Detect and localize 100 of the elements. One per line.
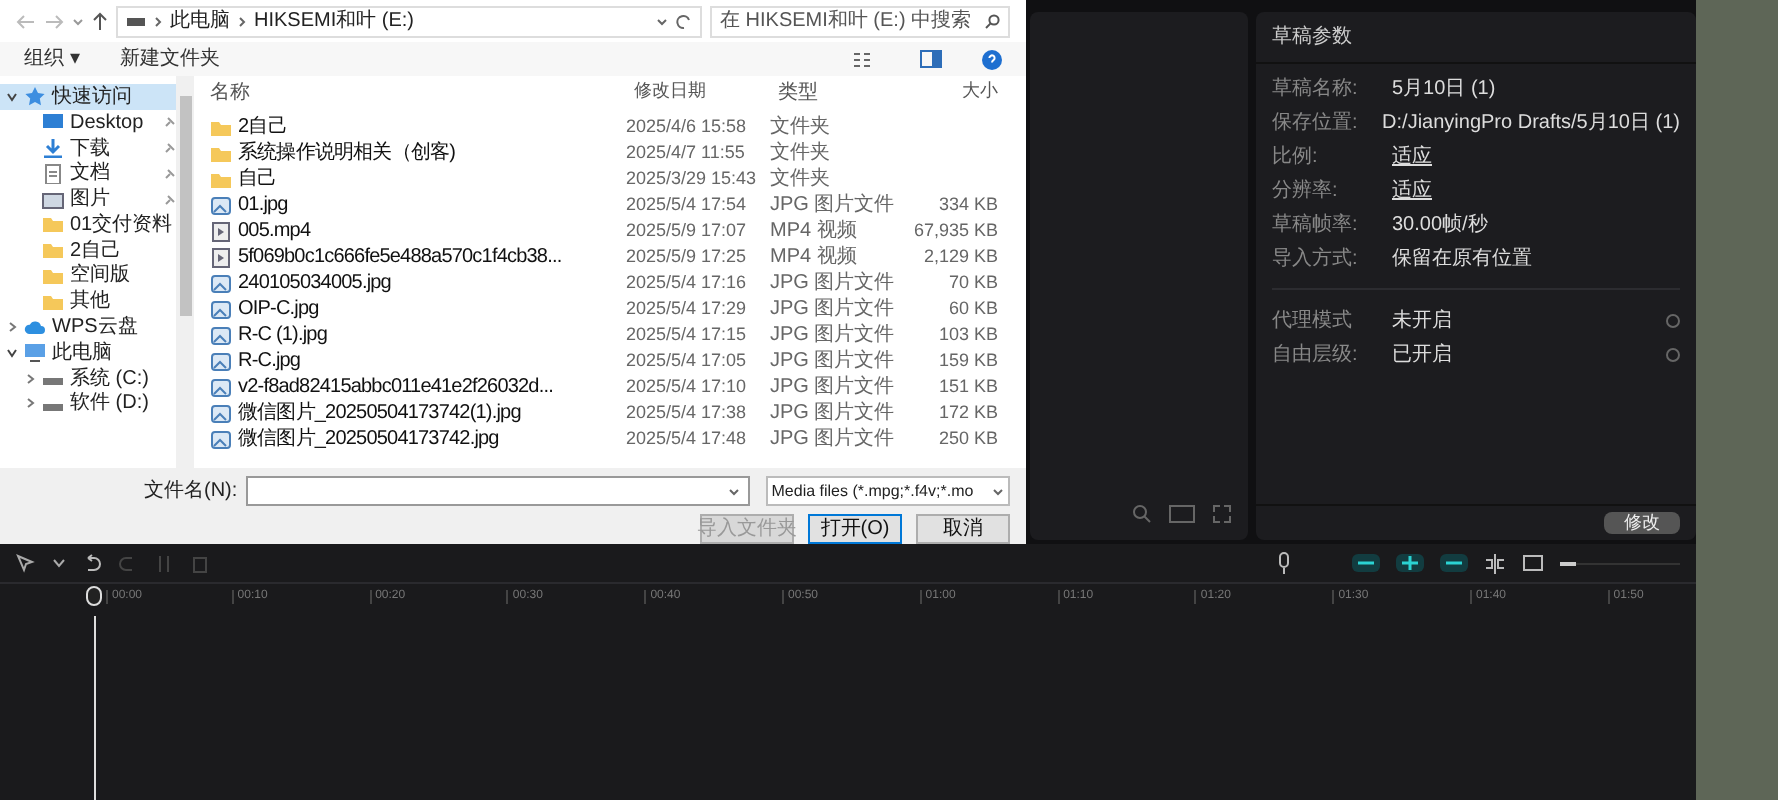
link-icon[interactable] [1352, 554, 1380, 572]
file-name[interactable]: 自己 [238, 164, 277, 194]
table-cell-text: 151 KB [936, 373, 998, 400]
panel-title: 草稿参数 [1272, 23, 1352, 52]
table-cell-text: 67,935 KB [911, 217, 998, 244]
file-name[interactable]: 2自己 [238, 112, 287, 142]
sidebar-item[interactable]: 空间版 [0, 263, 176, 289]
sidebar-item[interactable]: 软件 (D:) [0, 391, 176, 417]
file-name[interactable]: 系统操作说明相关（创客) [238, 138, 456, 168]
picture-icon [42, 189, 64, 210]
table-cell-text: JPG 图片文件 [770, 347, 897, 375]
chevron-down-icon[interactable] [6, 91, 18, 102]
sidebar-item[interactable]: 01交付资料 [0, 211, 176, 238]
column-header[interactable]: 名称 [202, 77, 626, 107]
toolbar-button[interactable]: 新建文件夹 [119, 44, 220, 74]
filename-field[interactable] [245, 476, 750, 506]
table-cell-text: 2025/4/6 15:58 [626, 113, 749, 140]
table-cell-text: 70 KB [946, 269, 998, 296]
field-label: 保存位置: [1272, 109, 1360, 137]
preview-pane-icon[interactable] [920, 50, 942, 68]
sidebar-item[interactable]: 下载 [0, 135, 176, 161]
sidebar-item[interactable]: WPS云盘 [0, 314, 176, 340]
chevron-down-icon[interactable] [52, 558, 66, 568]
file-name[interactable]: 005.mp4 [238, 216, 311, 246]
download-arrow-icon [42, 137, 64, 158]
chevron-right-icon[interactable] [6, 322, 18, 333]
sidebar-item[interactable]: 2自己 [0, 237, 176, 264]
field-value: D:/JianyingPro Drafts/5月10日 (1) [1382, 109, 1680, 137]
file-name[interactable]: 微信图片_20250504173742(1).jpg [238, 398, 521, 428]
file-type-dropdown[interactable]: Media files (*.mpg;*.f4v;*.mo [765, 476, 1010, 506]
image-file-icon [210, 325, 232, 345]
file-name[interactable]: R-C.jpg [238, 346, 301, 376]
chevron-down-icon[interactable] [656, 17, 668, 25]
info-icon[interactable] [1666, 347, 1680, 361]
dialog-button[interactable]: 取消 [916, 514, 1010, 544]
zoom-icon[interactable] [1132, 504, 1152, 524]
info-icon[interactable] [1666, 313, 1680, 327]
cursor-icon[interactable] [16, 553, 36, 573]
field-label: 草稿帧率: [1272, 211, 1360, 239]
microphone-icon[interactable] [1276, 552, 1292, 574]
table-cell-text: 2025/4/7 11:55 [626, 139, 747, 166]
sidebar-item[interactable]: 图片 [0, 186, 176, 212]
scrollbar[interactable] [176, 76, 194, 468]
link-icon[interactable] [1440, 554, 1468, 572]
image-file-icon [210, 429, 232, 449]
folder-icon [210, 143, 232, 163]
chevron-right-icon[interactable] [24, 398, 36, 409]
sidebar-item[interactable]: 此电脑 [0, 339, 176, 366]
breadcrumb-item[interactable]: 此电脑 [170, 6, 230, 36]
field-value: 5月10日 (1) [1392, 75, 1496, 103]
file-name[interactable]: OIP-C.jpg [238, 294, 319, 324]
playhead-handle[interactable] [86, 586, 102, 606]
table-cell-text: 2025/5/4 17:48 [626, 425, 749, 452]
toolbar-button[interactable]: 组织 ▾ [24, 44, 80, 74]
table-cell-text: JPG 图片文件 [770, 425, 897, 454]
column-header[interactable]: 大小 [898, 78, 998, 106]
search-icon [984, 13, 1000, 29]
chevron-down-icon [727, 487, 740, 495]
zoom-slider-icon[interactable] [1560, 557, 1680, 569]
file-name[interactable]: v2-f8ad82415abbc011e41e2f26032d... [238, 372, 553, 402]
ratio-icon[interactable] [1168, 504, 1196, 524]
pin-icon [164, 193, 176, 206]
modify-button[interactable]: 修改 [1604, 512, 1680, 534]
chevron-down-icon[interactable] [6, 347, 18, 358]
address-bar[interactable]: 此电脑 HIKSEMI和叶 (E:) [116, 5, 702, 37]
file-name[interactable]: 微信图片_20250504173742.jpg [238, 424, 499, 454]
file-name[interactable]: 01.jpg [238, 190, 288, 220]
chevron-right-icon[interactable] [24, 373, 36, 384]
sidebar-item[interactable]: Desktop [0, 109, 176, 136]
table-cell-text: 2025/5/4 17:29 [626, 295, 749, 322]
preview-window-icon[interactable] [1522, 553, 1544, 573]
table-cell-text: 2025/5/9 17:25 [626, 243, 749, 270]
up-arrow-icon[interactable] [92, 11, 108, 31]
link-icon[interactable] [1396, 554, 1424, 572]
folder-icon [210, 169, 232, 189]
refresh-icon[interactable] [676, 13, 692, 29]
table-cell-text: 文件夹 [770, 113, 832, 141]
file-name[interactable]: 5f069b0c1c666fe5e488a570c1f4cb38... [238, 242, 562, 272]
table-cell-text: 文件夹 [770, 139, 832, 167]
dialog-button[interactable]: 打开(O) [808, 514, 902, 544]
file-name[interactable]: 240105034005.jpg [238, 268, 391, 298]
undo-icon[interactable] [82, 553, 102, 573]
help-icon[interactable] [982, 49, 1002, 69]
column-header[interactable]: 类型 [770, 77, 898, 107]
search-field[interactable]: 在 HIKSEMI和叶 (E:) 中搜索 [710, 5, 1010, 37]
field-label: 分辨率: [1272, 177, 1340, 205]
sidebar-item[interactable]: 快速访问 [0, 84, 176, 110]
field-value: 适应 [1392, 177, 1432, 205]
fullscreen-icon[interactable] [1212, 504, 1232, 524]
sidebar-item[interactable]: 文档 [0, 160, 176, 187]
drive-icon [126, 15, 146, 27]
image-file-icon [210, 299, 232, 319]
sidebar-item[interactable]: 其他 [0, 288, 176, 315]
table-cell-text: 2025/5/4 17:05 [626, 347, 749, 374]
split-icon[interactable] [1484, 553, 1506, 573]
table-cell-text: 60 KB [946, 295, 998, 322]
breadcrumb-item[interactable]: HIKSEMI和叶 (E:) [254, 6, 415, 36]
sidebar-item[interactable]: 系统 (C:) [0, 365, 176, 392]
column-header[interactable]: 修改日期 [626, 78, 770, 106]
file-name[interactable]: R-C (1).jpg [238, 320, 327, 350]
